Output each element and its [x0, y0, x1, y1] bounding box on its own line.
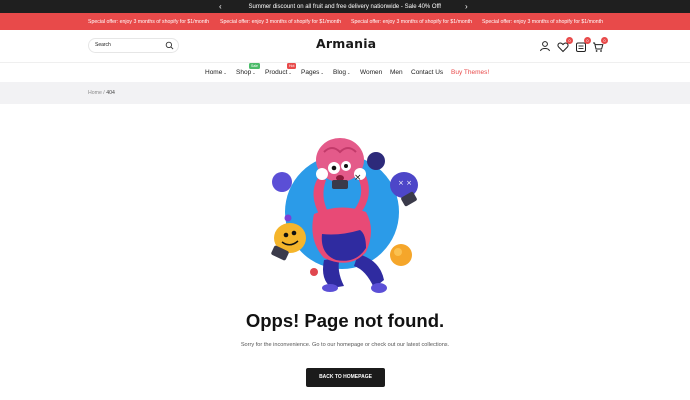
nav-item-men[interactable]: Men: [390, 69, 403, 76]
promo-item: Special offer: enjoy 3 months of shopify…: [351, 18, 473, 25]
chevron-down-icon: ⌄: [252, 69, 256, 75]
nav-item-buy-themes[interactable]: Buy Themes!: [451, 69, 489, 76]
wishlist-count-badge: 0: [566, 37, 573, 44]
promo-marquee: Special offer: enjoy 3 months of shopify…: [0, 13, 690, 30]
announcement-bar: ‹ Summer discount on all fruit and free …: [0, 0, 690, 13]
nav-item-label: Product: [265, 69, 288, 76]
site-logo[interactable]: Armania: [316, 36, 376, 51]
nav-item-blog[interactable]: Blog⌄: [333, 69, 350, 76]
nav-item-label: Pages: [301, 69, 320, 76]
compare-count-badge: 0: [584, 37, 591, 44]
nav-item-label: Men: [390, 69, 403, 76]
nav-item-contact-us[interactable]: Contact Us: [411, 69, 443, 76]
nav-item-label: Buy Themes!: [451, 69, 490, 76]
back-to-homepage-button[interactable]: BACK TO HOMEPAGE: [306, 368, 385, 387]
svg-text:×: ×: [354, 173, 362, 183]
breadcrumb-current: 404: [106, 90, 115, 96]
breadcrumb: Home / 404: [88, 90, 115, 96]
nav-item-shop[interactable]: Sale Shop⌄: [236, 63, 261, 76]
chevron-down-icon: ⌄: [223, 69, 227, 75]
nav-item-label: Blog: [333, 69, 347, 76]
promo-item: Special offer: enjoy 3 months of shopify…: [220, 18, 342, 25]
sale-badge: Sale: [249, 63, 261, 69]
nav-item-product[interactable]: Hot Product⌄: [265, 63, 297, 76]
hot-badge: Hot: [287, 63, 297, 69]
compare-button[interactable]: 0: [575, 37, 591, 52]
nav-item-label: Contact Us: [411, 69, 444, 76]
promo-item: Special offer: enjoy 3 months of shopify…: [482, 18, 604, 25]
search-icon[interactable]: [165, 41, 174, 50]
nav-item-label: Shop: [236, 69, 252, 76]
chevron-down-icon: ⌄: [347, 69, 351, 75]
nav-item-label: Women: [360, 69, 383, 76]
breadcrumb-separator: /: [103, 90, 105, 96]
wishlist-button[interactable]: 0: [557, 37, 573, 53]
page-title: Opps! Page not found.: [245, 310, 445, 331]
nav-item-pages[interactable]: Pages⌄: [301, 69, 324, 76]
page-subtitle: Sorry for the inconvenience. Go to our h…: [240, 342, 450, 348]
chevron-down-icon: ⌄: [288, 69, 292, 75]
nav-item-home[interactable]: Home⌄: [205, 69, 227, 76]
chevron-down-icon: ⌄: [320, 69, 324, 75]
search-input[interactable]: Search: [88, 38, 179, 53]
user-icon[interactable]: [539, 40, 551, 52]
main-nav: Home⌄ Sale Shop⌄ Hot Product⌄ Pages⌄ Blo…: [0, 62, 690, 82]
promo-item: Special offer: enjoy 3 months of shopify…: [88, 18, 210, 25]
announcement-text: Summer discount on all fruit and free de…: [248, 3, 442, 10]
search-placeholder: Search: [95, 42, 111, 48]
breadcrumb-home-link[interactable]: Home: [88, 90, 102, 96]
cart-count-badge: 0: [601, 37, 608, 44]
404-illustration: × × ×: [271, 138, 418, 293]
chevron-left-icon[interactable]: ‹: [219, 0, 222, 13]
nav-item-women[interactable]: Women: [360, 69, 382, 76]
breadcrumb-bar: Home / 404: [0, 82, 690, 104]
cart-button[interactable]: 0: [592, 37, 608, 52]
svg-text:× ×: × ×: [398, 179, 412, 187]
nav-item-label: Home: [205, 69, 223, 76]
chevron-right-icon[interactable]: ›: [465, 0, 468, 13]
